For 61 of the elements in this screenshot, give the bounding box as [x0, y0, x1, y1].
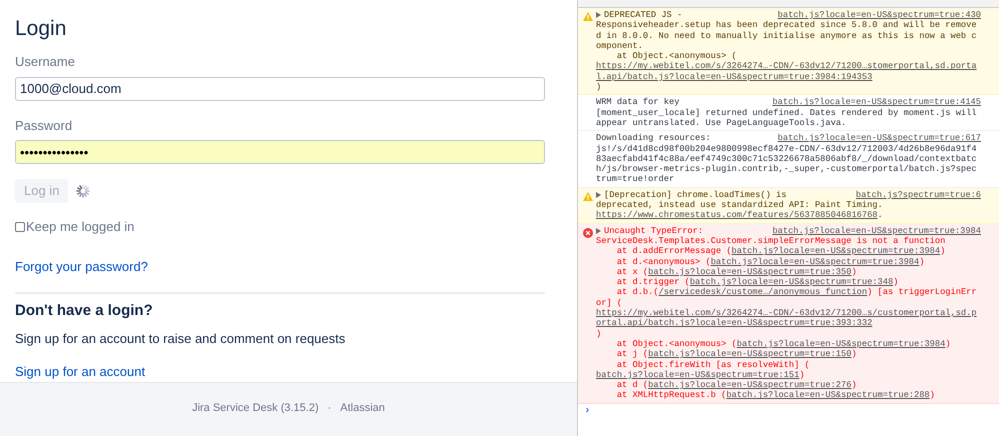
forgot-password-link[interactable]: Forgot your password? — [15, 256, 148, 276]
source-link[interactable]: https://www.chromestatus.com/features/5637885046816768 — [596, 210, 878, 221]
source-link[interactable]: batch.js?locale=en-US&spectrum=true:150 — [648, 349, 852, 360]
source-link[interactable]: batch.js?locale=en-US&spectrum=true:3984 — [772, 226, 981, 236]
stack-trace-line: at XMLHttpRequest.b (batch.js?locale=en-US&spectrum=true:288) — [616, 390, 936, 401]
source-link[interactable]: https://my.webitel.com/s/3264274…-CDN/-63dv12/71200…s/customerportal,sd.portal.api/batch.js?locale=en-US&spectrum=true:393:332 — [596, 308, 981, 329]
stack-trace-line: at d (batch.js?locale=en-US&spectrum=true:276) — [616, 380, 858, 390]
checkbox[interactable] — [15, 222, 25, 232]
message-heading: Uncaught TypeError: — [604, 226, 704, 236]
stack-trace-line: at d.<anonymous> (batch.js?locale=en-US&spectrum=true:3984) — [616, 256, 926, 267]
source-link[interactable]: batch.js?spectrum=true:6 — [856, 190, 981, 200]
source-link[interactable]: batch.js?locale=en-US&spectrum=true:288 — [726, 390, 930, 401]
expand-triangle-icon[interactable] — [596, 228, 601, 234]
expand-triangle-icon[interactable] — [596, 192, 601, 198]
warning-icon — [583, 12, 593, 21]
source-link[interactable]: batch.js?locale=en-US&spectrum=true:3984 — [736, 338, 946, 350]
message-heading: WRM data for key — [596, 97, 680, 108]
checkbox-label: Keep me logged in — [26, 218, 134, 236]
password-field[interactable]: ••••••••••••••• — [15, 140, 545, 164]
stack-trace-line: at Object.<anonymous> (batch.js?locale=en-US&spectrum=true:3984) — [616, 338, 952, 350]
source-link[interactable]: batch.js?locale=en-US&spectrum=true:350 — [648, 266, 852, 278]
source-link[interactable]: batch.js?locale=en-US&spectrum=true:4145 — [772, 97, 981, 108]
source-link[interactable]: batch.js?locale=en-US&spectrum=true:3984 — [732, 246, 940, 257]
message-text: ServiceDesk.Templates.Customer.simpleErrorMessage is not a function — [596, 236, 946, 246]
source-link[interactable]: batch.js?locale=en-US&spectrum=true:151 — [596, 370, 800, 380]
footer-company: Atlassian — [340, 400, 385, 416]
stack-trace-line: at Object.fireWith [as resolveWith] ( batch.js?locale=en-US&spectrum=true:151) — [596, 360, 811, 380]
username-label: Username — [15, 53, 76, 71]
message-text: [moment_user_locale] returned undefined. Dates rendered by moment.js will appear untranslated. Use PageLanguageTools.java. — [596, 108, 978, 128]
stack-trace-line: at d.b.(/servicedesk/custome…/anonymous function) [as triggerLoginError] ( https://my.webitel.com/s/3264274…-CDN/-63dv12/71200…s/customerportal,sd.portal.api/batch.js?locale=en-US&spectrum=true:393:332 ) — [596, 287, 981, 339]
source-link[interactable]: /servicedesk/custome…/anonymous function — [658, 287, 868, 298]
username-field[interactable]: 1000@cloud.com — [15, 76, 545, 100]
footer-product: Jira Service Desk (3.15.2) — [192, 400, 319, 416]
stack-trace-line: at Object.<anonymous> ( https://my.webitel.com/s/3264274…-CDN/-63dv12/71200…stomerportal,sd.portal.api/batch.js?locale=en-US&spectrum=true:3984:194353 ) — [596, 51, 981, 92]
stack-trace-line: at d.trigger (batch.js?locale=en-US&spectrum=true:348) — [616, 277, 900, 288]
error-icon — [583, 228, 593, 238]
source-link[interactable]: batch.js?locale=en-US&spectrum=true:3984 — [710, 256, 920, 267]
source-link[interactable]: batch.js?locale=en-US&spectrum=true:617 — [778, 133, 981, 144]
expand-triangle-icon[interactable] — [596, 12, 601, 18]
loading-spinner-icon — [76, 184, 90, 198]
console-prompt[interactable]: › — [578, 404, 999, 418]
message-text: deprecated, instead use standardized API: Paint Timing. https://www.chromestatus.com/features/5637885046816768. — [596, 200, 884, 221]
stack-trace-line: at j (batch.js?locale=en-US&spectrum=true:150) — [616, 349, 858, 360]
footer-separator: · — [328, 400, 332, 416]
signup-heading: Don't have a login? — [15, 301, 154, 321]
signup-link[interactable]: Sign up for an account — [15, 362, 146, 382]
message-text: js!/s/d41d8cd98f00b204e9800998ecf8427e-CDN/-63dv12/712003/4d26b8e96da91f483aecfabd41f4c88a/eef4749c300c71c53226678a5806abf8/_/download/contextbatch/js/browser-metrics-plugin.contrib,-_super,-customerportal/batch.js?spectrum=true!order — [596, 144, 978, 185]
page-title: Login — [15, 16, 68, 42]
source-link[interactable]: batch.js?locale=en-US&spectrum=true:276 — [648, 380, 852, 390]
warning-icon — [583, 192, 593, 201]
message-heading: DEPRECATED JS - — [604, 10, 684, 20]
source-link[interactable]: batch.js?locale=en-US&spectrum=true:430 — [778, 10, 981, 20]
message-text: Responsiveheader.setup has been deprecated since 5.8.0 and will be removed in 8.0.0. No need to manually initialise anymore as this is now a web component. — [596, 20, 978, 52]
password-label: Password — [15, 116, 74, 134]
stack-trace-line: at x (batch.js?locale=en-US&spectrum=true:350) — [616, 266, 858, 278]
stack-trace-line: at d.addErrorMessage (batch.js?locale=en-US&spectrum=true:3984) — [616, 246, 946, 257]
message-heading: Downloading resources: — [596, 133, 712, 144]
source-link[interactable]: https://my.webitel.com/s/3264274…-CDN/-63dv12/71200…stomerportal,sd.portal.api/batch.js?locale=en-US&spectrum=true:3984:194353 — [596, 61, 981, 82]
signup-description: Sign up for an account to raise and comment on requests — [15, 330, 346, 348]
source-link[interactable]: batch.js?locale=en-US&spectrum=true:348 — [690, 277, 894, 288]
message-heading: [Deprecation] chrome.loadTimes() is — [604, 190, 788, 200]
